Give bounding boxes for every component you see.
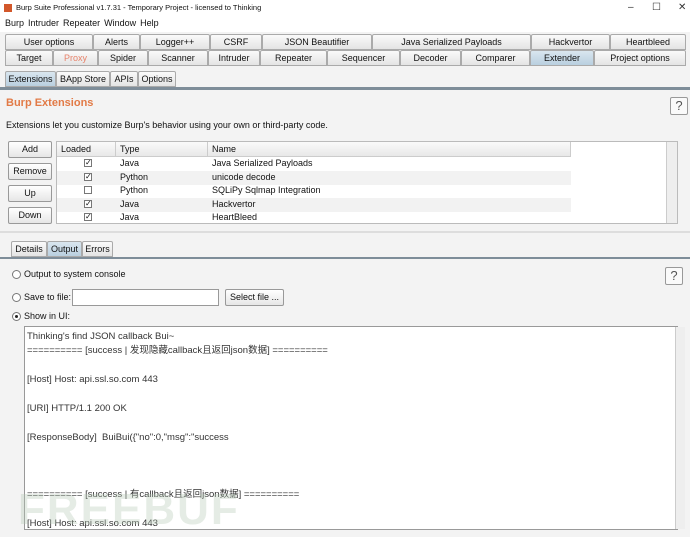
menu-burp[interactable]: Burp [5, 15, 24, 32]
show-in-ui-radio[interactable] [12, 312, 21, 321]
up-button[interactable]: Up [8, 185, 52, 202]
extension-name: Hackvertor [212, 198, 256, 209]
column-header-name[interactable]: Name [208, 142, 571, 157]
output-console-label: Output to system console [24, 269, 126, 279]
select-file-button[interactable]: Select file ... [225, 289, 284, 306]
watermark-logo: FREEBUF [18, 485, 240, 534]
close-button[interactable]: ✕ [678, 0, 686, 15]
extension-name: SQLiPy Sqlmap Integration [212, 185, 321, 196]
table-scrollbar[interactable] [666, 142, 677, 223]
section-title: Burp Extensions [6, 97, 94, 109]
table-row[interactable]: ✓ Java HeartBleed [57, 211, 571, 225]
split-divider[interactable] [0, 231, 690, 233]
tab-errors[interactable]: Errors [82, 241, 113, 257]
tab-divider [0, 87, 690, 90]
extension-name: Java Serialized Payloads [212, 158, 313, 168]
file-path-input[interactable] [72, 289, 219, 306]
burp-logo-icon [4, 4, 12, 12]
tab-details[interactable]: Details [11, 241, 47, 257]
menu-help[interactable]: Help [140, 15, 159, 32]
extensions-table: Loaded Type Name ✓ Java Java Serialized Pa… [56, 141, 678, 224]
tab-alerts[interactable]: Alerts [93, 34, 140, 50]
tab-intruder[interactable]: Intruder [208, 50, 260, 66]
save-to-file-label: Save to file: [24, 292, 72, 302]
minimize-button[interactable]: – [628, 0, 634, 15]
section-description: Extensions let you customize Burp's beha… [6, 120, 328, 130]
extension-type: Java [120, 158, 140, 168]
extension-name: HeartBleed [212, 212, 258, 223]
menu-bar: Burp Intruder Repeater Window Help [0, 15, 690, 32]
tab-user-options[interactable]: User options [5, 34, 93, 50]
tab-output[interactable]: Output [47, 241, 82, 257]
tab-csrf[interactable]: CSRF [210, 34, 262, 50]
tab-sequencer[interactable]: Sequencer [327, 50, 400, 66]
extension-type: Python [120, 185, 149, 196]
show-in-ui-label: Show in UI: [24, 311, 71, 321]
tab-decoder[interactable]: Decoder [400, 50, 461, 66]
title-bar: Burp Suite Professional v1.7.31 - Tempor… [0, 0, 690, 15]
output-help-button[interactable]: ? [665, 267, 683, 285]
subtab-extensions[interactable]: Extensions [5, 71, 56, 87]
subtab-apis[interactable]: APIs [110, 71, 138, 87]
table-row[interactable]: ✓ Java Java Serialized Payloads [57, 157, 571, 171]
maximize-button[interactable]: ☐ [652, 0, 661, 15]
tab-proxy[interactable]: Proxy [53, 50, 98, 66]
loaded-checkbox[interactable]: ✓ [84, 213, 92, 222]
remove-button[interactable]: Remove [8, 163, 52, 180]
tab-scanner[interactable]: Scanner [148, 50, 208, 66]
table-row[interactable]: ✓ Python unicode decode [57, 170, 571, 185]
extension-type: Java [120, 198, 140, 209]
tab-heartbleed[interactable]: Heartbleed [610, 34, 686, 50]
tab-spider[interactable]: Spider [98, 50, 148, 66]
column-header-loaded[interactable]: Loaded [57, 142, 116, 157]
tab-java-serialized-payloads[interactable]: Java Serialized Payloads [372, 34, 531, 50]
tab-divider [0, 257, 690, 259]
column-header-type[interactable]: Type [116, 142, 208, 157]
output-scrollbar[interactable] [675, 327, 685, 529]
extension-type: Python [120, 171, 149, 182]
subtab-options[interactable]: Options [138, 71, 176, 87]
save-to-file-radio[interactable] [12, 293, 21, 302]
tab-target[interactable]: Target [5, 50, 53, 66]
subtab-bapp-store[interactable]: BApp Store [56, 71, 110, 87]
table-row[interactable]: Python SQLiPy Sqlmap Integration [57, 184, 571, 198]
loaded-checkbox[interactable]: ✓ [84, 172, 92, 181]
tab-project-options[interactable]: Project options [594, 50, 686, 66]
add-button[interactable]: Add [8, 141, 52, 158]
loaded-checkbox[interactable] [84, 186, 92, 195]
tab-json-beautifier[interactable]: JSON Beautifier [262, 34, 372, 50]
tab-extender[interactable]: Extender [530, 50, 594, 66]
down-button[interactable]: Down [8, 207, 52, 224]
tab-comparer[interactable]: Comparer [461, 50, 530, 66]
tab-hackvertor[interactable]: Hackvertor [531, 34, 610, 50]
tab-repeater[interactable]: Repeater [260, 50, 327, 66]
menu-intruder[interactable]: Intruder [28, 15, 59, 32]
window-title: Burp Suite Professional v1.7.31 - Tempor… [16, 3, 262, 12]
output-console-radio[interactable] [12, 270, 21, 279]
extension-name: unicode decode [212, 171, 276, 182]
loaded-checkbox[interactable]: ✓ [84, 159, 92, 167]
extension-type: Java [120, 212, 140, 223]
menu-repeater[interactable]: Repeater [63, 15, 100, 32]
loaded-checkbox[interactable]: ✓ [84, 199, 92, 208]
help-button[interactable]: ? [670, 97, 688, 115]
menu-window[interactable]: Window [104, 15, 136, 32]
table-row[interactable]: ✓ Java Hackvertor [57, 197, 571, 212]
tab-logger[interactable]: Logger++ [140, 34, 210, 50]
